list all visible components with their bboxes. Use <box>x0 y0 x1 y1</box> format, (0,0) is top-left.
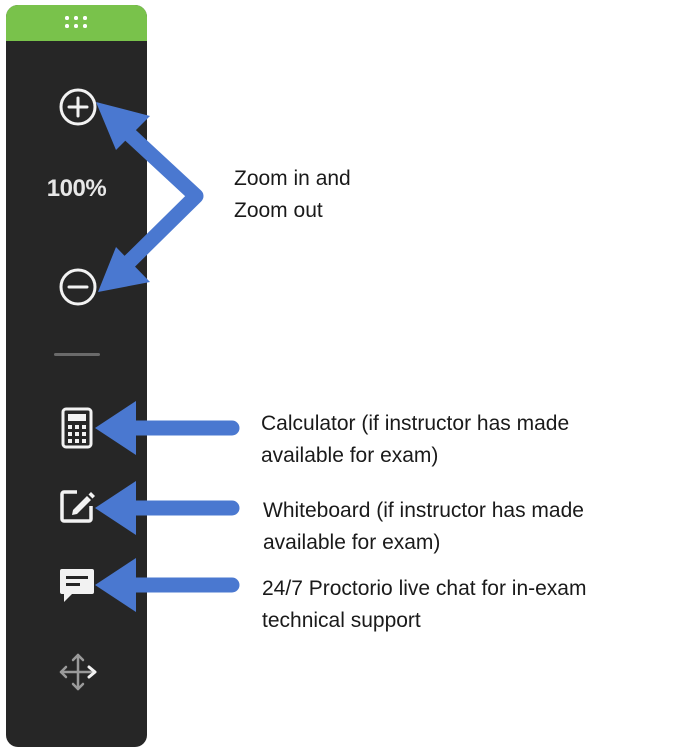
whiteboard-button[interactable] <box>56 485 98 527</box>
chat-annotation: 24/7 Proctorio live chat for in-exam tec… <box>262 573 586 637</box>
grip-dots-icon <box>65 16 89 30</box>
proctorio-toolbar: 100% <box>6 5 147 747</box>
toolbar-divider <box>54 353 100 356</box>
zoom-annotation-line-2: Zoom out <box>234 199 323 222</box>
drag-handle[interactable] <box>6 5 147 41</box>
chat-annotation-line-1: 24/7 Proctorio live chat for in-exam <box>262 577 587 600</box>
whiteboard-annotation-line-2: available for exam) <box>263 531 441 554</box>
calculator-button[interactable] <box>57 405 97 453</box>
chat-button[interactable] <box>55 563 99 607</box>
chat-bubble-icon <box>60 569 94 602</box>
chat-annotation-line-2: technical support <box>262 609 421 632</box>
calculator-annotation: Calculator (if instructor has made avail… <box>261 408 569 472</box>
calculator-icon <box>61 407 93 449</box>
whiteboard-annotation-line-1: Whiteboard (if instructor has made <box>263 499 584 522</box>
edit-square-icon <box>60 490 95 523</box>
zoom-in-button[interactable] <box>54 83 102 131</box>
move-arrows-icon <box>59 653 97 691</box>
plus-circle-icon <box>59 88 97 126</box>
calculator-annotation-line-2: available for exam) <box>261 444 439 467</box>
minus-circle-icon <box>59 268 97 306</box>
zoom-annotation: Zoom in and Zoom out <box>234 163 351 227</box>
zoom-annotation-line-1: Zoom in and <box>234 167 351 190</box>
zoom-level-label: 100% <box>46 175 107 202</box>
whiteboard-annotation: Whiteboard (if instructor has made avail… <box>263 495 584 559</box>
zoom-out-button[interactable] <box>54 263 102 311</box>
move-toolbar-button[interactable] <box>53 647 103 697</box>
calculator-annotation-line-1: Calculator (if instructor has made <box>261 412 570 435</box>
